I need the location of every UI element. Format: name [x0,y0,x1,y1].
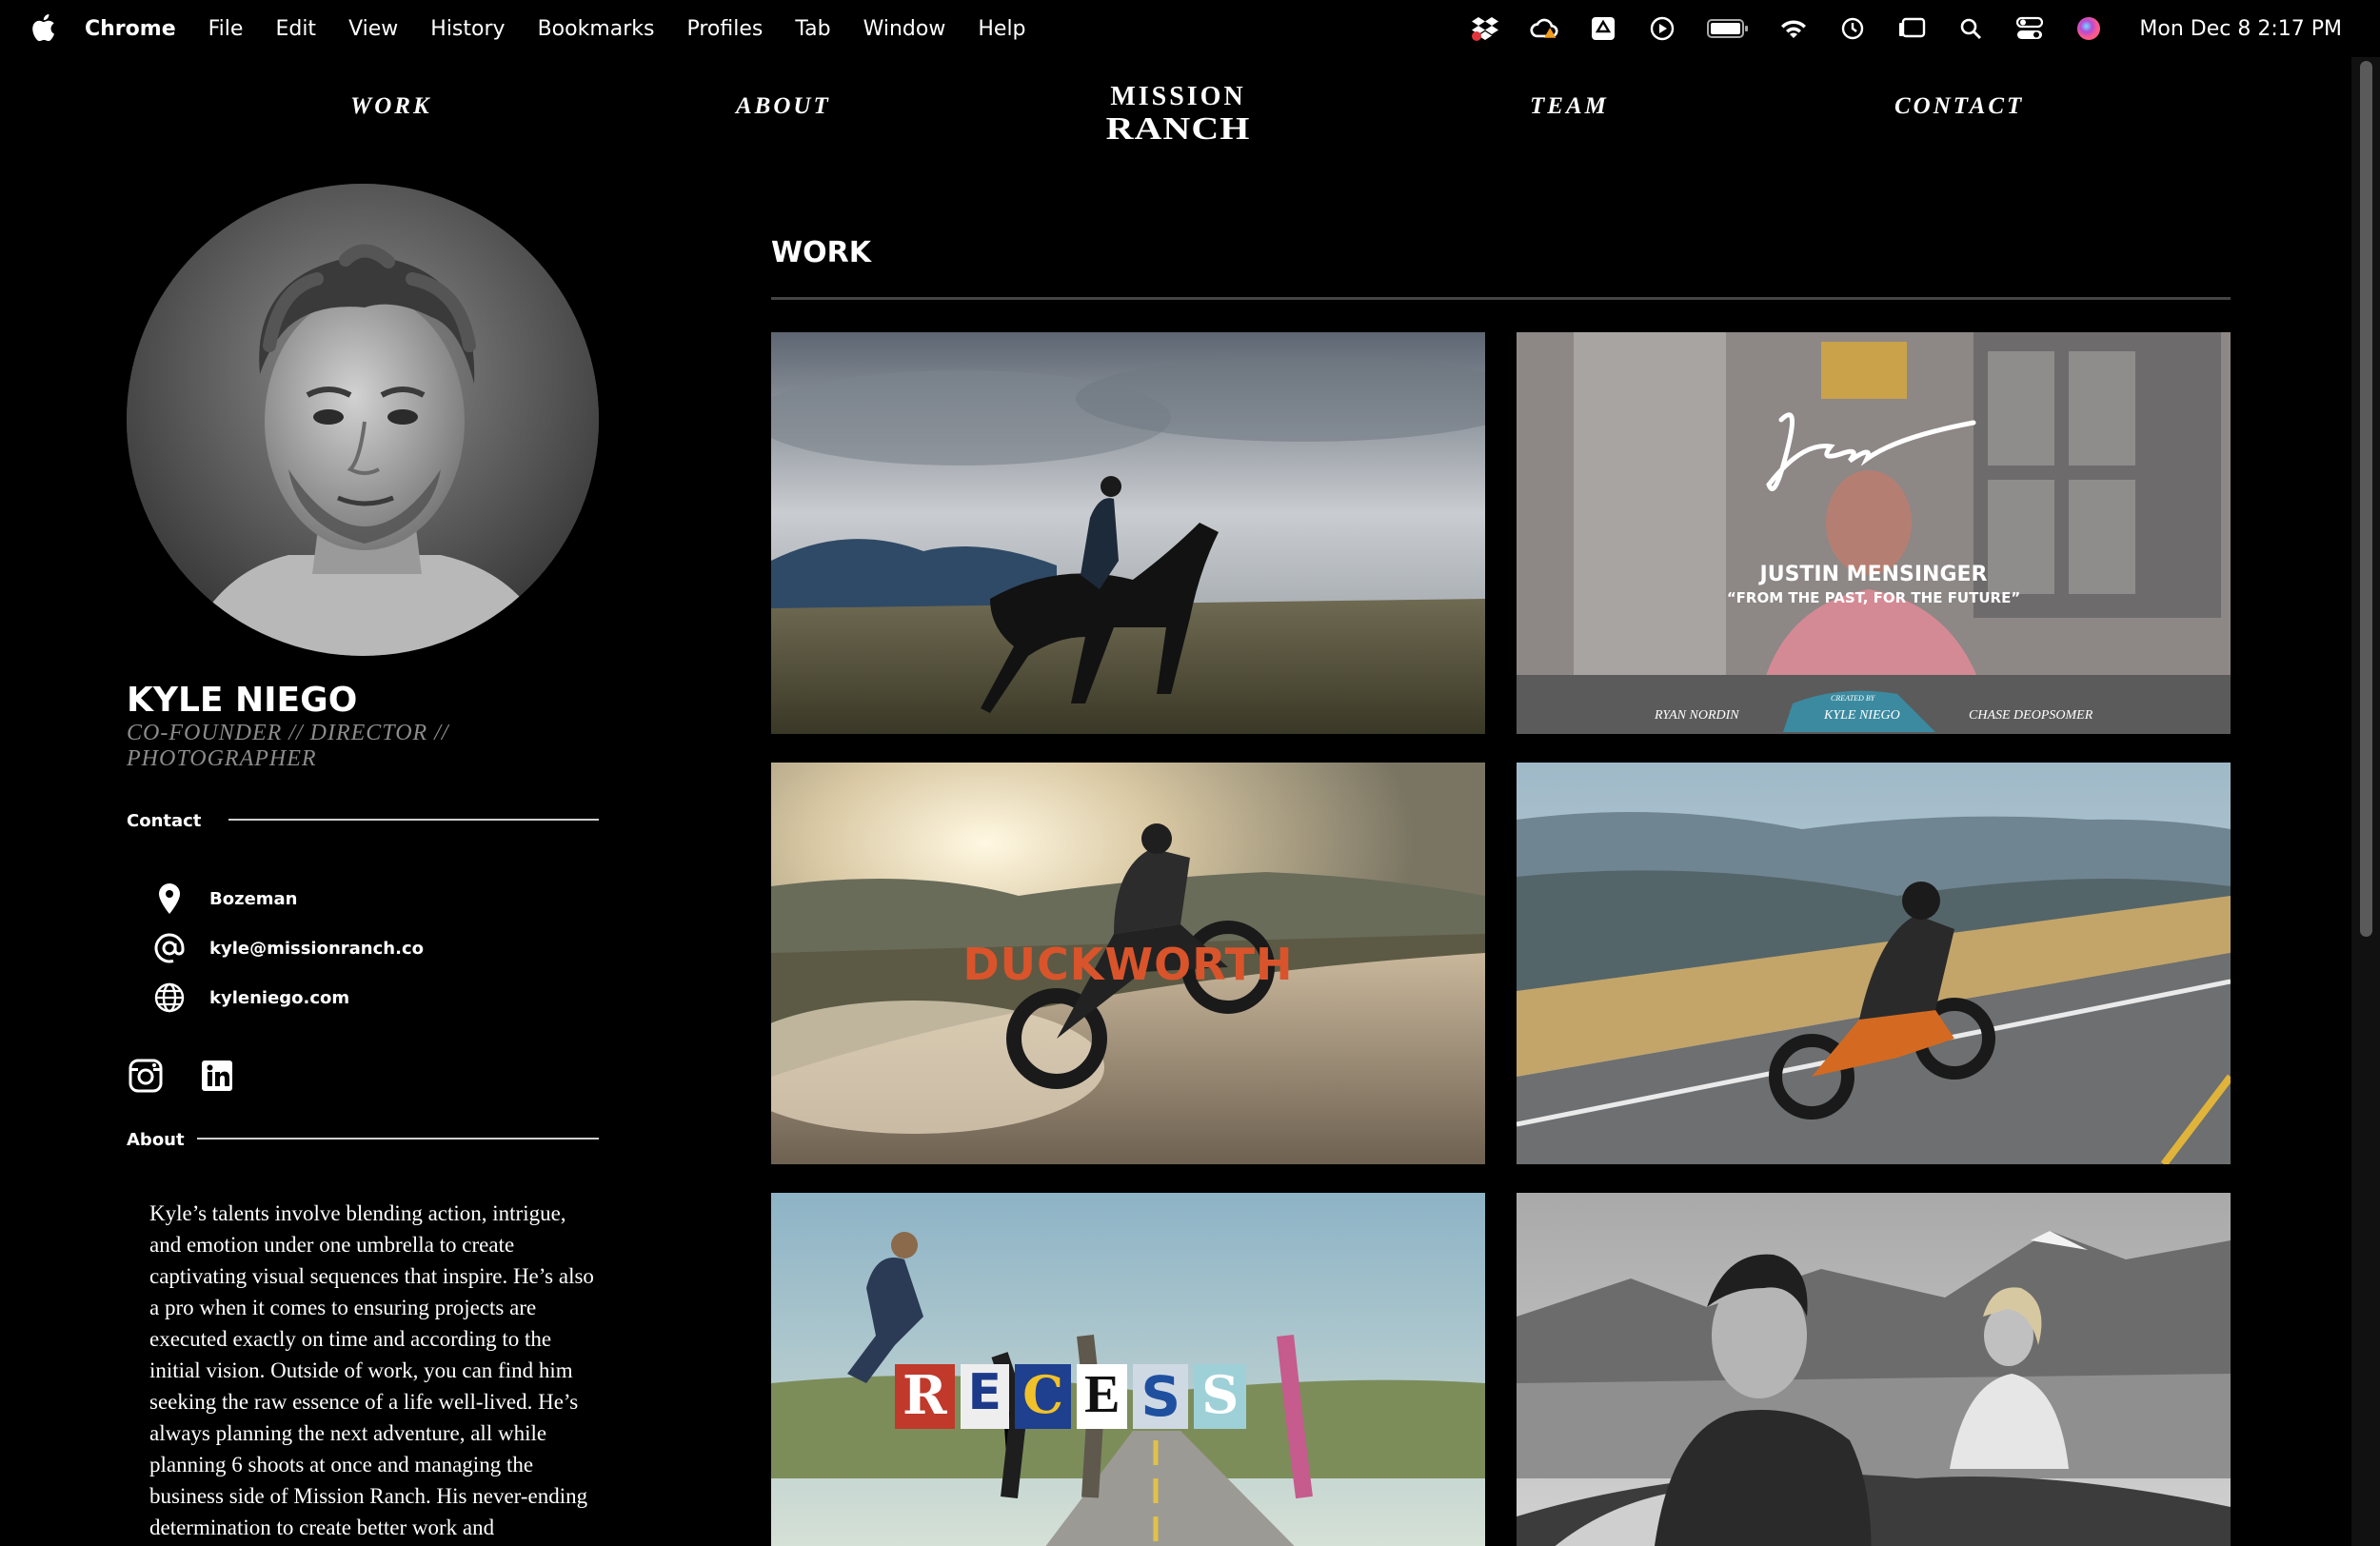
menu-window[interactable]: Window [863,17,946,41]
contact-location-text: Bozeman [209,888,298,909]
globe-icon [152,981,187,1015]
logo-line-ranch: RANCH [1105,109,1251,147]
menu-profiles[interactable]: Profiles [686,17,763,41]
recess-title: R E C E S S [895,1364,1247,1429]
battery-icon[interactable] [1707,14,1749,43]
contact-email[interactable]: kyle@missionranch.co [152,931,424,965]
work-tile-black-white-portrait[interactable] [1517,1193,2231,1546]
justin-credit-right: CHASE DEOPSOMER [1969,708,2093,723]
justin-credit-left: RYAN NORDIN [1655,708,1739,723]
road-motorcycle-thumbnail [1517,763,2231,1164]
menu-help[interactable]: Help [978,17,1025,41]
recess-letter-4: E [1077,1364,1128,1429]
recess-letter-5: S [1133,1364,1189,1429]
dropbox-icon[interactable] [1471,14,1499,43]
nav-contact-link[interactable]: CONTACT [1894,93,2024,120]
siri-icon[interactable] [2074,14,2103,43]
profile-portrait [127,184,599,656]
about-paragraph: Kyle’s talents involve blending action, … [149,1201,594,1539]
time-machine-icon[interactable] [1838,14,1867,43]
work-divider [771,297,2231,300]
map-pin-icon [152,882,187,916]
justin-credit-created-label: CREATED BY [1831,694,1875,703]
google-drive-icon[interactable] [1589,14,1617,43]
work-section-title: WORK [771,236,871,269]
menu-view[interactable]: View [348,17,398,41]
profile-name: KYLE NIEGO [127,681,358,720]
menu-file[interactable]: File [208,17,244,41]
work-tile-horse-rider[interactable] [771,332,1485,734]
nav-work-link[interactable]: WORK [350,93,432,120]
menubar-clock[interactable]: Mon Dec 8 2:17 PM [2139,17,2342,41]
duckworth-tile-title: DUCKWORTH [962,939,1294,990]
control-center-icon[interactable] [2015,14,2044,43]
justin-mensinger-thumbnail [1517,332,2231,734]
contact-location: Bozeman [152,882,298,916]
menu-history[interactable]: History [430,17,505,41]
stage-manager-icon[interactable] [1897,14,1926,43]
justin-tile-title: JUSTIN MENSINGER [1759,563,1988,586]
contact-divider [228,819,599,821]
wifi-icon[interactable] [1779,14,1808,43]
recess-letter-1: R [895,1364,955,1429]
work-tile-recess[interactable]: R E C E S S [771,1193,1485,1546]
creative-cloud-icon[interactable] [1530,14,1558,43]
apple-logo-icon[interactable] [30,13,55,42]
nav-team-link[interactable]: TEAM [1530,93,1609,120]
mission-ranch-logo[interactable]: MISSION RANCH [1095,84,1261,147]
justin-credit-mid: KYLE NIEGO [1824,708,1900,723]
nav-about-link[interactable]: ABOUT [736,93,831,120]
linkedin-icon[interactable] [200,1059,234,1093]
contact-heading: Contact [127,811,202,831]
contact-website[interactable]: kyleniego.com [152,981,349,1015]
logo-line-mission: MISSION [1110,82,1246,111]
horse-rider-thumbnail [771,332,1485,734]
work-tile-road-motorcycle[interactable] [1517,763,2231,1164]
recess-letter-3: C [1015,1364,1072,1429]
instagram-icon[interactable] [129,1059,163,1093]
black-white-portrait-thumbnail [1517,1193,2231,1546]
contact-email-link[interactable]: kyle@missionranch.co [209,939,424,959]
portrait-illustration [127,184,599,656]
macos-menu-bar: Chrome File Edit View History Bookmarks … [0,0,2380,57]
spotlight-search-icon[interactable] [1956,14,1985,43]
menu-bookmarks[interactable]: Bookmarks [538,17,655,41]
profile-role: CO-FOUNDER // DIRECTOR // PHOTOGRAPHER [127,721,449,771]
recess-letter-6: S [1194,1364,1247,1429]
menu-tab[interactable]: Tab [795,17,830,41]
menu-edit[interactable]: Edit [275,17,316,41]
about-divider [197,1138,599,1140]
page-scrollbar[interactable] [2351,57,2380,1546]
work-tile-justin-mensinger[interactable]: JUSTIN MENSINGER “FROM THE PAST, FOR THE… [1517,332,2231,734]
contact-website-link[interactable]: kyleniego.com [209,988,349,1008]
at-sign-icon [152,931,187,965]
scrollbar-thumb[interactable] [2360,61,2372,937]
recess-letter-2: E [960,1364,1010,1429]
media-play-icon[interactable] [1648,14,1676,43]
menu-app-name[interactable]: Chrome [85,17,176,41]
work-tile-duckworth[interactable]: DUCKWORTH [771,763,1485,1164]
justin-tile-subtitle: “FROM THE PAST, FOR THE FUTURE” [1726,589,2021,606]
about-heading: About [127,1130,185,1150]
